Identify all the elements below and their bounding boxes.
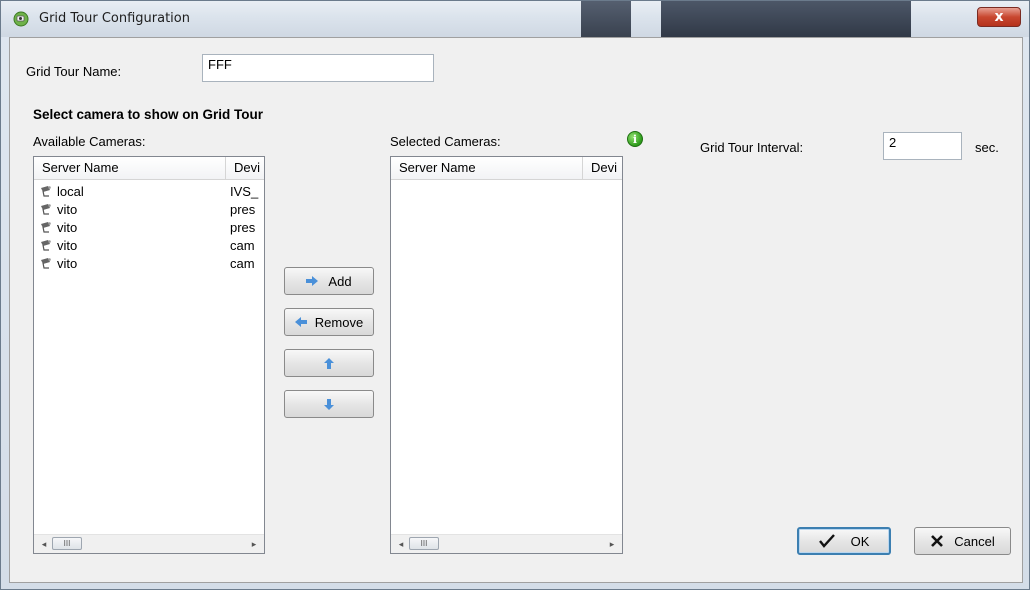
selected-cameras-label: Selected Cameras:	[390, 134, 501, 149]
table-row[interactable]: vito pres	[34, 219, 264, 237]
scroll-right-icon[interactable]: ▸	[604, 537, 620, 551]
column-header-device[interactable]: Devi	[226, 157, 264, 179]
device-cell: pres	[230, 202, 256, 217]
move-down-button[interactable]	[284, 390, 374, 418]
grid-tour-interval-label: Grid Tour Interval:	[700, 140, 804, 155]
server-name-cell: vito	[40, 201, 226, 219]
camera-icon	[41, 240, 51, 251]
column-header-device[interactable]: Devi	[583, 157, 622, 179]
server-name-text: vito	[57, 256, 78, 271]
arrow-up-icon	[324, 357, 334, 369]
table-row[interactable]: vito pres	[34, 201, 264, 219]
arrow-down-icon	[324, 398, 334, 410]
column-header-server-name[interactable]: Server Name	[34, 157, 226, 179]
grid-tour-name-label: Grid Tour Name:	[26, 64, 122, 79]
server-name-text: local	[57, 184, 84, 199]
grid-tour-name-input[interactable]: FFF	[202, 54, 434, 82]
server-name-cell: vito	[40, 255, 226, 273]
cancel-button[interactable]: Cancel	[914, 527, 1011, 555]
available-cameras-label: Available Cameras:	[33, 134, 146, 149]
scroll-thumb[interactable]: III	[52, 537, 82, 550]
dialog-client-area: Grid Tour Name: FFF Select camera to sho…	[9, 37, 1023, 583]
server-name-cell: vito	[40, 237, 226, 255]
table-row[interactable]: vito cam	[34, 237, 264, 255]
scroll-thumb[interactable]: III	[409, 537, 439, 550]
title-bar[interactable]: Grid Tour Configuration x	[1, 1, 1029, 37]
section-title: Select camera to show on Grid Tour	[33, 107, 264, 122]
device-cell: IVS_	[230, 184, 259, 199]
column-header-server-name[interactable]: Server Name	[391, 157, 583, 179]
remove-button[interactable]: Remove	[284, 308, 374, 336]
close-button[interactable]: x	[977, 7, 1021, 27]
available-cameras-list[interactable]: Server Name Devi local IVS_vito pres vito pr…	[33, 156, 265, 554]
scroll-right-icon[interactable]: ▸	[246, 537, 262, 551]
checkmark-icon	[818, 534, 835, 548]
device-cell: cam	[230, 238, 255, 253]
close-icon: x	[994, 9, 1004, 25]
titlebar-background-shading	[581, 1, 631, 37]
dialog-window: Grid Tour Configuration x Grid Tour Name…	[0, 0, 1030, 590]
camera-icon	[41, 186, 51, 197]
cancel-button-label: Cancel	[954, 533, 995, 549]
add-button-label: Add	[328, 273, 352, 289]
camera-icon	[41, 258, 51, 269]
arrow-left-icon	[294, 317, 307, 327]
server-name-text: vito	[57, 220, 78, 235]
move-up-button[interactable]	[284, 349, 374, 377]
scroll-left-icon[interactable]: ◂	[36, 537, 52, 551]
horizontal-scrollbar[interactable]: ◂ III ▸	[34, 534, 264, 553]
device-cell: pres	[230, 220, 256, 235]
grid-tour-interval-input[interactable]: 2	[883, 132, 962, 160]
list-header: Server Name Devi	[391, 157, 622, 180]
server-name-text: vito	[57, 202, 78, 217]
remove-button-label: Remove	[314, 314, 364, 330]
window-title: Grid Tour Configuration	[39, 11, 190, 26]
add-button[interactable]: Add	[284, 267, 374, 295]
device-cell: cam	[230, 256, 255, 271]
info-icon[interactable]: i	[627, 131, 643, 147]
horizontal-scrollbar[interactable]: ◂ III ▸	[391, 534, 622, 553]
arrow-right-icon	[306, 276, 319, 286]
ok-button[interactable]: OK	[797, 527, 891, 555]
server-name-cell: local	[40, 183, 226, 201]
x-icon	[931, 535, 944, 547]
table-row[interactable]: vito cam	[34, 255, 264, 273]
server-name-text: vito	[57, 238, 78, 253]
camera-icon	[41, 222, 51, 233]
titlebar-background-shading	[661, 1, 911, 37]
ok-button-label: OK	[850, 533, 870, 549]
server-name-cell: vito	[40, 219, 226, 237]
camera-icon	[41, 204, 51, 215]
list-header: Server Name Devi	[34, 157, 264, 180]
selected-cameras-list[interactable]: Server Name Devi ◂ III ▸	[390, 156, 623, 554]
app-icon	[13, 11, 29, 27]
interval-unit-label: sec.	[975, 140, 999, 155]
table-row[interactable]: local IVS_	[34, 183, 264, 201]
scroll-left-icon[interactable]: ◂	[393, 537, 409, 551]
